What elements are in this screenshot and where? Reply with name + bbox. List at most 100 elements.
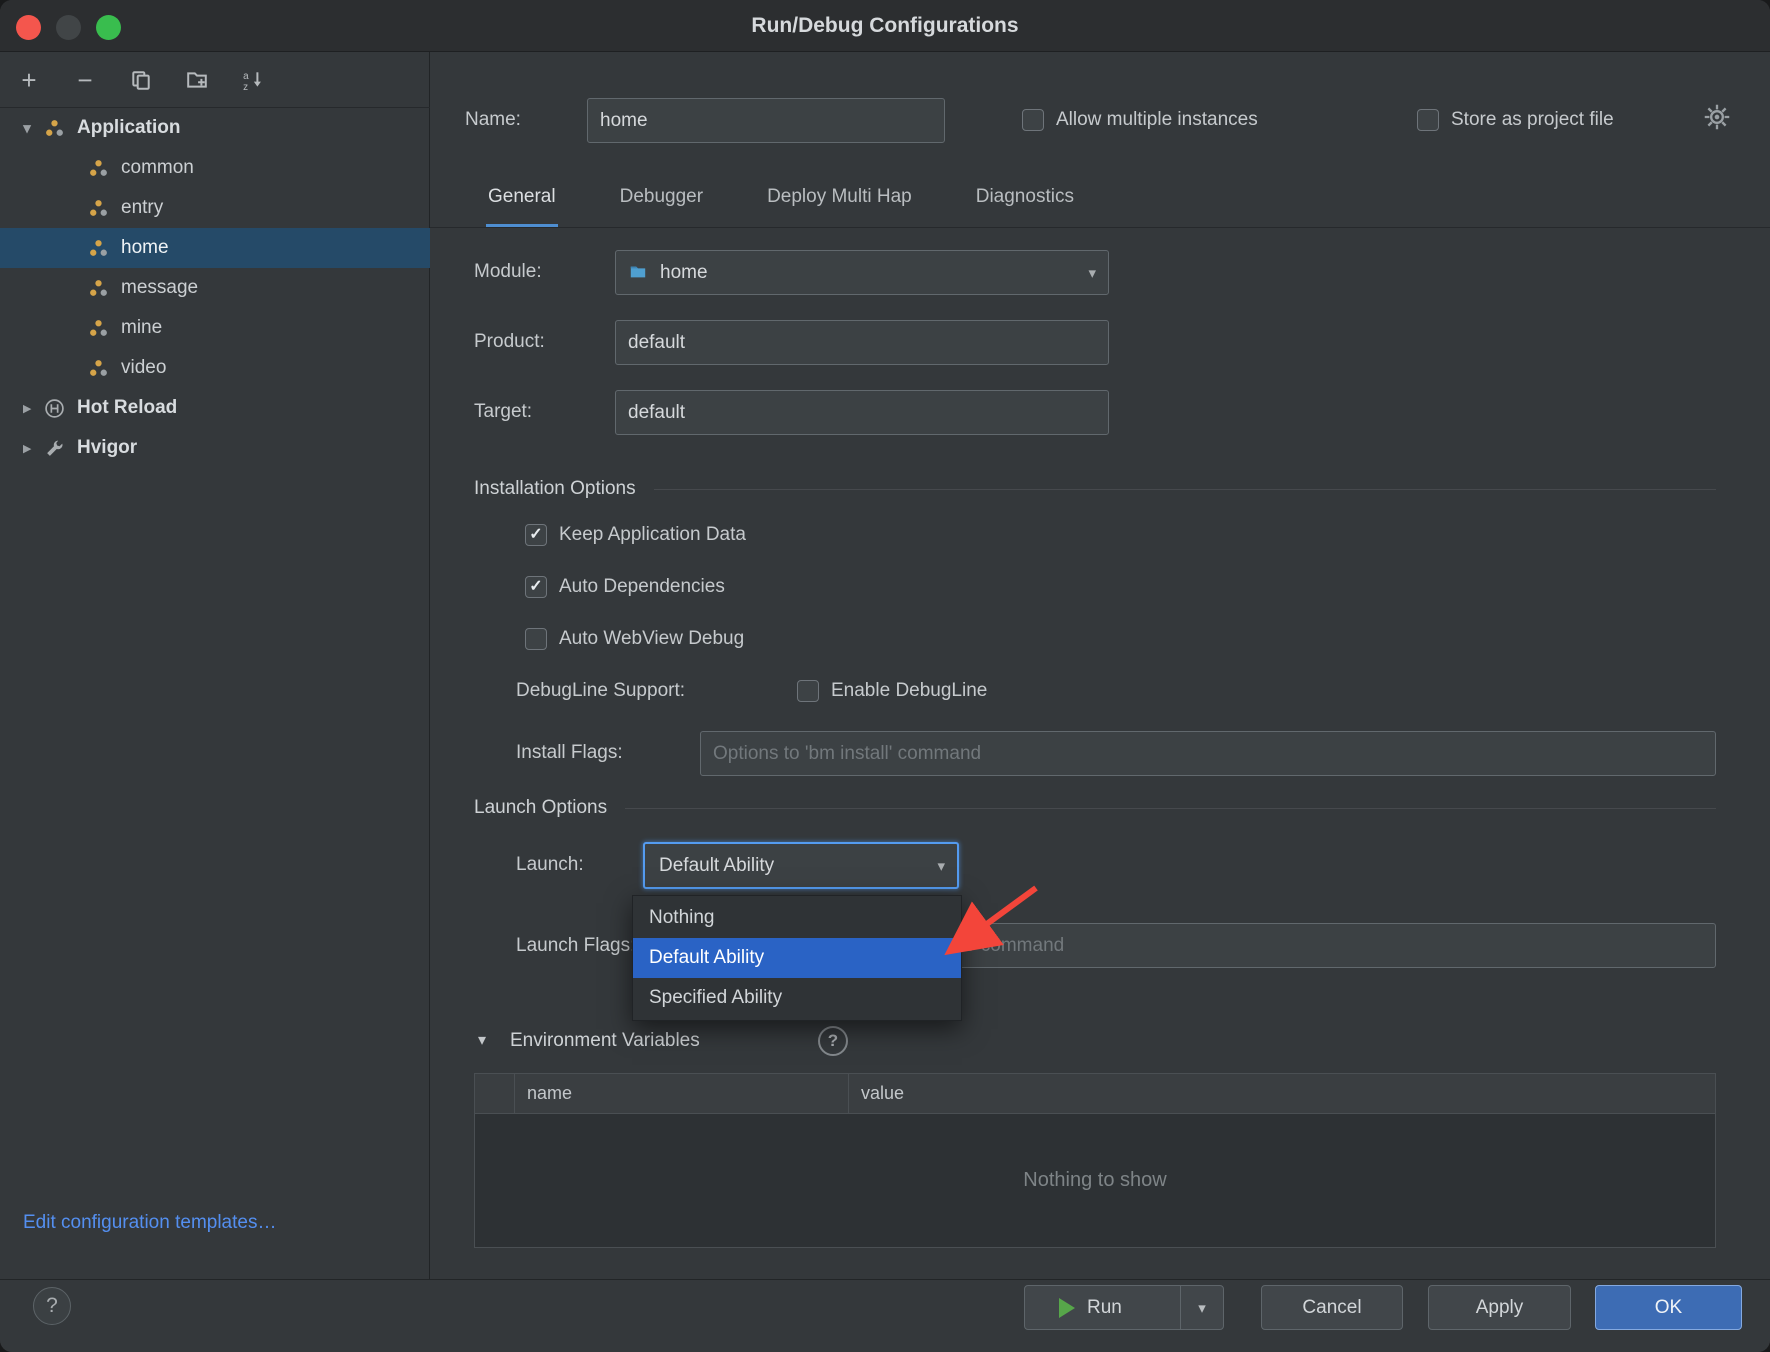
enable-debugline-label: Enable DebugLine: [831, 677, 987, 705]
tree-item-hvigor[interactable]: ▸ Hvigor: [0, 428, 430, 468]
sort-configurations-icon[interactable]: az: [240, 67, 266, 93]
tree-item-hot-reload[interactable]: ▸ Hot Reload: [0, 388, 430, 428]
ability-config-icon: [88, 318, 112, 339]
enable-debugline-checkbox[interactable]: ✓: [797, 680, 819, 702]
tree-item-home[interactable]: home: [0, 228, 430, 268]
installation-options-section: Installation Options: [474, 475, 1716, 503]
keep-application-data-checkbox[interactable]: ✓: [525, 524, 547, 546]
new-folder-icon[interactable]: [184, 67, 210, 93]
env-column-name: name: [515, 1074, 849, 1113]
allow-multiple-instances-checkbox[interactable]: ✓: [1022, 109, 1044, 131]
ability-config-icon: [88, 198, 112, 219]
target-input[interactable]: [615, 390, 1109, 435]
svg-text:z: z: [243, 81, 248, 90]
edit-configuration-templates-link[interactable]: Edit configuration templates…: [23, 1209, 276, 1237]
tabs-divider: [430, 227, 1770, 228]
install-flags-input[interactable]: [700, 731, 1716, 776]
chevron-right-icon[interactable]: ▸: [14, 399, 40, 417]
tree-item-label: Application: [77, 117, 180, 139]
ability-config-icon: [88, 278, 112, 299]
debugline-support-label: DebugLine Support:: [516, 677, 685, 705]
tree-item-label: Hvigor: [77, 437, 137, 459]
ability-config-icon: [88, 358, 112, 379]
store-as-project-file-label: Store as project file: [1451, 106, 1614, 134]
tree-item-application[interactable]: ▾ Application: [0, 108, 430, 148]
chevron-right-icon[interactable]: ▸: [14, 439, 40, 457]
tab-diagnostics[interactable]: Diagnostics: [974, 186, 1076, 227]
tree-item-entry[interactable]: entry: [0, 188, 430, 228]
run-debug-configurations-dialog: Run/Debug Configurations + − az ▾ Applic…: [0, 0, 1770, 1352]
product-label: Product:: [474, 328, 545, 356]
environment-variables-title[interactable]: Environment Variables: [510, 1027, 700, 1055]
copy-configuration-icon[interactable]: [128, 67, 154, 93]
product-input[interactable]: [615, 320, 1109, 365]
store-as-project-file-checkbox[interactable]: ✓: [1417, 109, 1439, 131]
auto-webview-debug-label: Auto WebView Debug: [559, 625, 744, 653]
auto-webview-debug-checkbox[interactable]: ✓: [525, 628, 547, 650]
hvigor-icon: [44, 438, 68, 459]
launch-options-section: Launch Options: [474, 794, 1716, 822]
cancel-button[interactable]: Cancel: [1261, 1285, 1403, 1330]
target-label: Target:: [474, 398, 532, 426]
auto-dependencies-label: Auto Dependencies: [559, 573, 725, 601]
tree-item-label: home: [121, 237, 169, 259]
environment-variables-table-header: name value: [475, 1074, 1715, 1114]
chevron-down-icon[interactable]: ▾: [478, 1027, 486, 1055]
add-configuration-icon[interactable]: +: [16, 67, 42, 93]
section-divider: [625, 808, 1716, 809]
run-dropdown-arrow-icon[interactable]: ▾: [1181, 1286, 1223, 1329]
help-button[interactable]: ?: [33, 1287, 71, 1325]
chevron-down-icon[interactable]: ▾: [14, 119, 40, 137]
keep-application-data-label: Keep Application Data: [559, 521, 746, 549]
menu-item-specified-ability[interactable]: Specified Ability: [633, 978, 961, 1018]
tree-item-mine[interactable]: mine: [0, 308, 430, 348]
tree-item-label: message: [121, 277, 198, 299]
name-input[interactable]: [587, 98, 945, 143]
titlebar: Run/Debug Configurations: [0, 0, 1770, 52]
auto-dependencies-checkbox[interactable]: ✓: [525, 576, 547, 598]
name-label: Name:: [465, 106, 521, 134]
ability-config-icon: [88, 238, 112, 259]
apply-button[interactable]: Apply: [1428, 1285, 1571, 1330]
env-column-value: value: [849, 1074, 1715, 1113]
application-icon: [44, 118, 68, 139]
tab-debugger[interactable]: Debugger: [618, 186, 705, 227]
check-icon: ✓: [529, 527, 542, 543]
tree-item-label: common: [121, 157, 194, 179]
allow-multiple-instances-label: Allow multiple instances: [1056, 106, 1258, 134]
tree-item-label: video: [121, 357, 166, 379]
run-button-label: Run: [1087, 1297, 1122, 1319]
question-glyph: ?: [828, 1031, 838, 1051]
environment-variables-empty-state: Nothing to show: [475, 1114, 1715, 1247]
launch-options-title: Launch Options: [474, 797, 607, 819]
launch-flags-label: Launch Flags:: [516, 932, 635, 960]
tab-deploy-multi-hap[interactable]: Deploy Multi Hap: [765, 186, 914, 227]
svg-text:a: a: [243, 70, 249, 81]
hot-reload-icon: [44, 398, 68, 419]
module-folder-icon: [628, 263, 650, 283]
env-column-row-selector: [475, 1074, 515, 1113]
launch-label: Launch:: [516, 851, 584, 879]
tab-general[interactable]: General: [486, 186, 558, 227]
tree-item-common[interactable]: common: [0, 148, 430, 188]
launch-select-value: Default Ability: [659, 855, 937, 877]
ok-button[interactable]: OK: [1595, 1285, 1742, 1330]
red-arrow-annotation: [900, 848, 1100, 978]
config-tabs: General Debugger Deploy Multi Hap Diagno…: [486, 186, 1076, 227]
environment-variables-table: name value Nothing to show: [474, 1073, 1716, 1248]
module-select[interactable]: home ▾: [615, 250, 1109, 295]
remove-configuration-icon[interactable]: −: [72, 67, 98, 93]
module-select-value: home: [660, 262, 1088, 284]
gear-icon[interactable]: [1703, 103, 1731, 131]
run-button[interactable]: Run ▾: [1024, 1285, 1224, 1330]
install-flags-label: Install Flags:: [516, 739, 623, 767]
run-play-icon: [1059, 1298, 1075, 1318]
tree-item-message[interactable]: message: [0, 268, 430, 308]
section-divider: [654, 489, 1716, 490]
tree-item-label: Hot Reload: [77, 397, 177, 419]
chevron-down-icon: ▾: [1088, 264, 1096, 282]
environment-variables-help-icon[interactable]: ?: [818, 1026, 848, 1056]
tree-item-video[interactable]: video: [0, 348, 430, 388]
window-title: Run/Debug Configurations: [0, 0, 1770, 52]
module-label: Module:: [474, 258, 542, 286]
